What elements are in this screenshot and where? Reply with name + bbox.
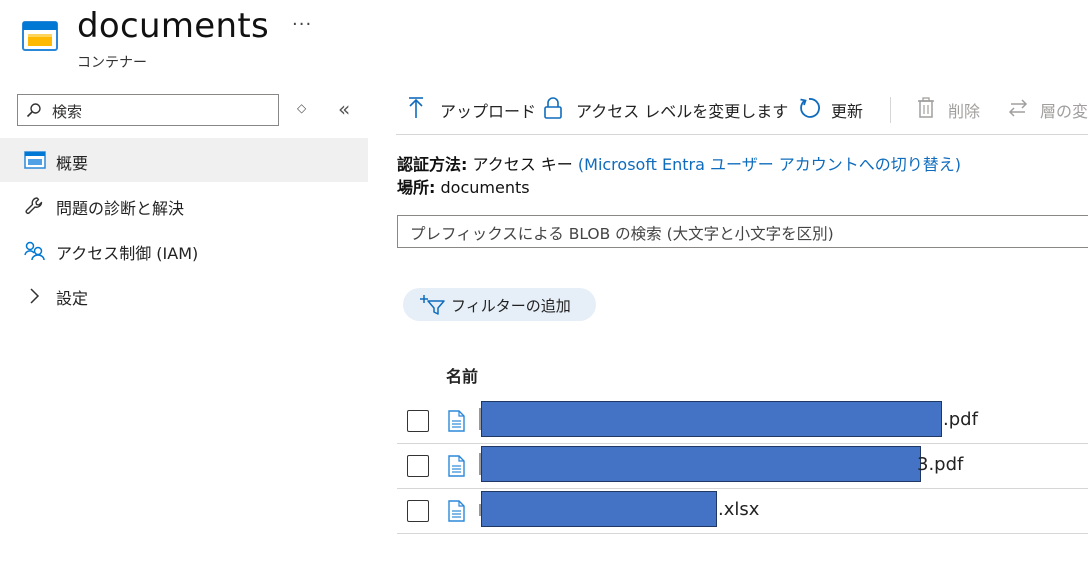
page-subtitle: コンテナー [77, 55, 147, 71]
location-label: 場所: [397, 178, 436, 197]
toolbar-divider [396, 134, 1088, 135]
sidebar-item-label: 問題の診断と解決 [56, 199, 185, 218]
sidebar-item-label: 設定 [56, 289, 89, 308]
sidebar-search-input[interactable]: 検索 [17, 94, 279, 126]
file-icon [447, 410, 465, 436]
table-row[interactable]: .pdf [397, 400, 1088, 444]
sidebar-item-label: アクセス制御 (IAM) [56, 244, 199, 263]
column-header-name[interactable]: 名前 [446, 363, 478, 387]
sidebar-item-overview[interactable]: 概要 [0, 138, 368, 182]
blob-prefix-search-input[interactable]: プレフィックスによる BLOB の検索 (大文字と小文字を区別) [397, 215, 1088, 248]
refresh-icon [797, 96, 821, 124]
row-checkbox[interactable] [407, 410, 429, 432]
file-name-link[interactable]: .xlsx [718, 499, 759, 520]
auth-method-value: アクセス キー [472, 155, 573, 174]
container-icon [24, 151, 46, 173]
change-tier-label: 層の変 [1040, 102, 1088, 121]
location-value: documents [440, 178, 530, 197]
redacted-filename [481, 491, 717, 527]
page-title: documents [77, 6, 269, 46]
table-row[interactable]: 3.pdf [397, 445, 1088, 489]
change-tier-button[interactable]: 層の変 [1007, 94, 1088, 124]
more-options-button[interactable]: ··· [292, 14, 312, 35]
trash-icon [916, 96, 936, 124]
collapse-sidebar-button[interactable]: « [338, 97, 350, 121]
lock-icon [543, 96, 563, 124]
file-icon [447, 455, 465, 481]
blob-prefix-search-placeholder: プレフィックスによる BLOB の検索 (大文字と小文字を区別) [410, 225, 834, 243]
file-name-link[interactable]: .pdf [943, 409, 978, 430]
container-icon [22, 18, 58, 54]
add-filter-icon [419, 294, 445, 320]
row-checkbox[interactable] [407, 455, 429, 477]
sidebar-search-placeholder: 検索 [52, 103, 83, 121]
file-icon [447, 500, 465, 526]
change-access-level-label: アクセス レベルを変更します [576, 102, 789, 121]
wrench-icon [24, 196, 44, 220]
search-icon [26, 102, 42, 122]
add-filter-label: フィルターの追加 [451, 297, 571, 315]
file-name-link[interactable]: 3.pdf [917, 454, 963, 475]
upload-button[interactable]: アップロード [407, 94, 536, 124]
auth-method-line: 認証方法: アクセス キー (Microsoft Entra ユーザー アカウン… [397, 151, 961, 175]
change-access-level-button[interactable]: アクセス レベルを変更します [543, 94, 788, 124]
swap-arrows-icon [1007, 96, 1029, 124]
sidebar-item-access-control[interactable]: アクセス制御 (IAM) [0, 228, 368, 272]
people-icon [24, 241, 46, 265]
switch-to-entra-link[interactable]: (Microsoft Entra ユーザー アカウントへの切り替え) [578, 155, 961, 174]
location-line: 場所: documents [397, 174, 530, 198]
add-filter-button[interactable]: フィルターの追加 [403, 288, 596, 321]
redacted-filename [481, 446, 921, 482]
chevron-right-icon [24, 286, 44, 310]
delete-button[interactable]: 削除 [916, 94, 996, 124]
toolbar-separator [890, 97, 891, 123]
table-row[interactable]: .xlsx [397, 490, 1088, 534]
refresh-label: 更新 [831, 102, 864, 121]
sidebar-item-diagnose[interactable]: 問題の診断と解決 [0, 183, 368, 227]
upload-icon [407, 96, 425, 124]
sidebar-item-label: 概要 [56, 154, 89, 173]
upload-label: アップロード [440, 102, 537, 121]
refresh-button[interactable]: 更新 [797, 94, 877, 124]
redacted-filename [481, 401, 942, 437]
sort-toggle-button[interactable]: ◇ [297, 101, 306, 115]
sidebar-item-settings[interactable]: 設定 [0, 273, 368, 317]
row-checkbox[interactable] [407, 500, 429, 522]
auth-method-label: 認証方法: [397, 155, 468, 174]
delete-label: 削除 [948, 102, 981, 121]
